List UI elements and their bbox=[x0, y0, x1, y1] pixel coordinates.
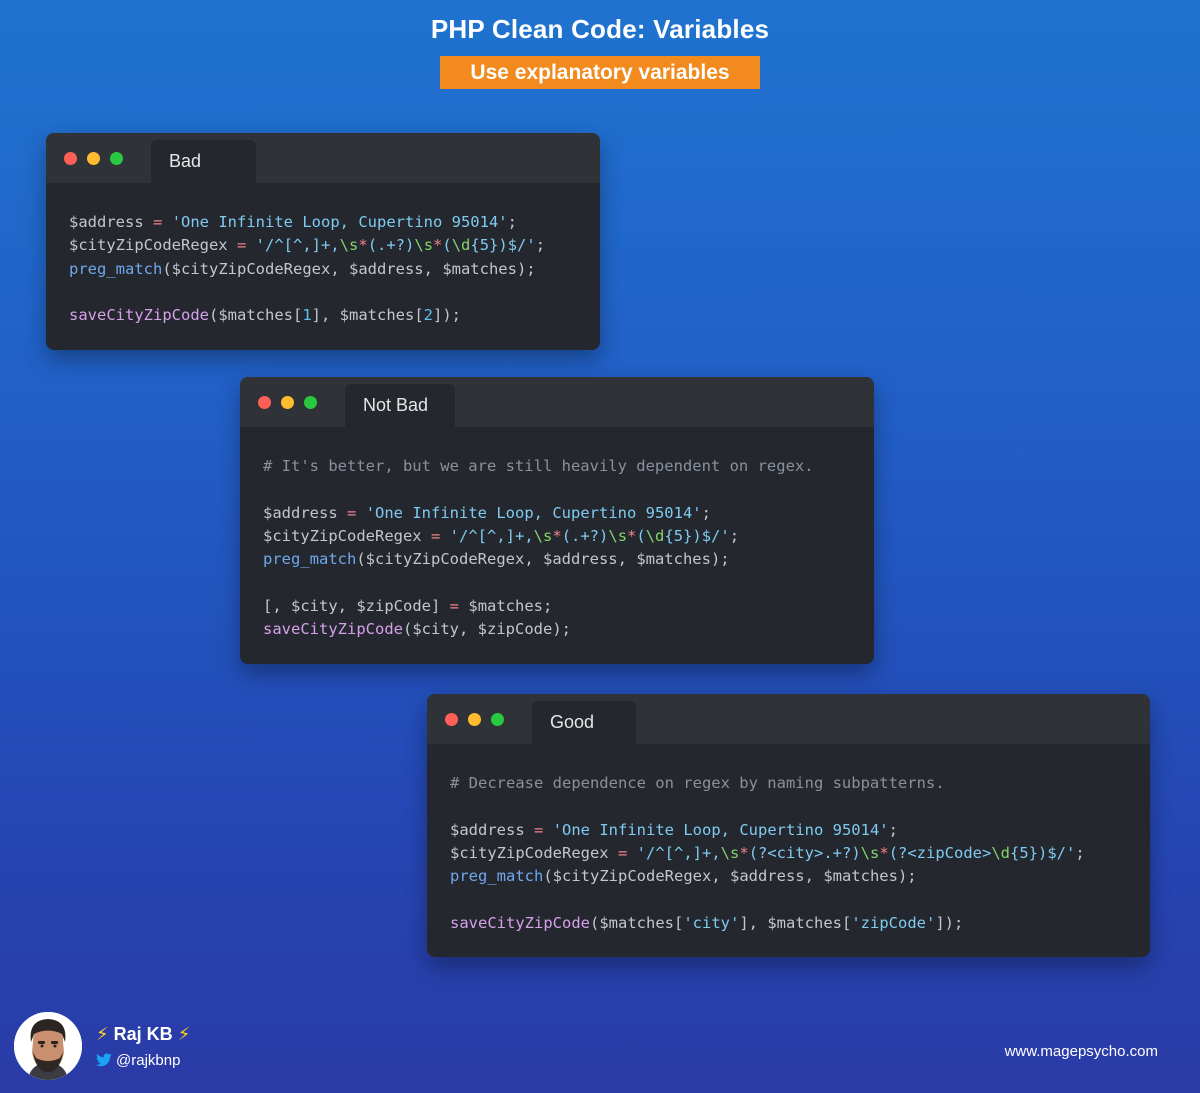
window-titlebar: Good bbox=[427, 694, 1150, 744]
maximize-dot[interactable] bbox=[304, 396, 317, 409]
code-window-good: Good # Decrease dependence on regex by n… bbox=[427, 694, 1150, 957]
author-name: ⚡ Raj KB ⚡ bbox=[96, 1024, 191, 1044]
twitter-bird-icon bbox=[96, 1053, 112, 1067]
close-dot[interactable] bbox=[445, 713, 458, 726]
lightning-icon: ⚡ bbox=[96, 1024, 109, 1044]
window-titlebar: Bad bbox=[46, 133, 600, 183]
maximize-dot[interactable] bbox=[110, 152, 123, 165]
code-window-not-bad: Not Bad # It's better, but we are still … bbox=[240, 377, 874, 664]
tab-good[interactable]: Good bbox=[532, 701, 636, 744]
code-block: # It's better, but we are still heavily … bbox=[263, 457, 814, 639]
maximize-dot[interactable] bbox=[491, 713, 504, 726]
tab-bad[interactable]: Bad bbox=[151, 140, 256, 183]
minimize-dot[interactable] bbox=[87, 152, 100, 165]
code-comment: # It's better, but we are still heavily … bbox=[263, 457, 814, 475]
code-block: # Decrease dependence on regex by naming… bbox=[450, 774, 1085, 932]
close-dot[interactable] bbox=[258, 396, 271, 409]
close-dot[interactable] bbox=[64, 152, 77, 165]
page-title: PHP Clean Code: Variables bbox=[430, 14, 770, 44]
window-titlebar: Not Bad bbox=[240, 377, 874, 427]
avatar bbox=[14, 1012, 82, 1080]
minimize-dot[interactable] bbox=[468, 713, 481, 726]
code-block: $address = 'One Infinite Loop, Cupertino… bbox=[69, 213, 546, 325]
tab-not-bad[interactable]: Not Bad bbox=[345, 384, 455, 427]
code-comment: # Decrease dependence on regex by naming… bbox=[450, 774, 945, 792]
website-link[interactable]: www.magepsycho.com bbox=[1005, 1043, 1158, 1060]
code-window-bad: Bad $address = 'One Infinite Loop, Cuper… bbox=[46, 133, 600, 350]
subtitle-badge: Use explanatory variables bbox=[440, 56, 760, 89]
twitter-handle[interactable]: @rajkbnp bbox=[96, 1052, 180, 1069]
minimize-dot[interactable] bbox=[281, 396, 294, 409]
lightning-icon: ⚡ bbox=[177, 1024, 191, 1044]
